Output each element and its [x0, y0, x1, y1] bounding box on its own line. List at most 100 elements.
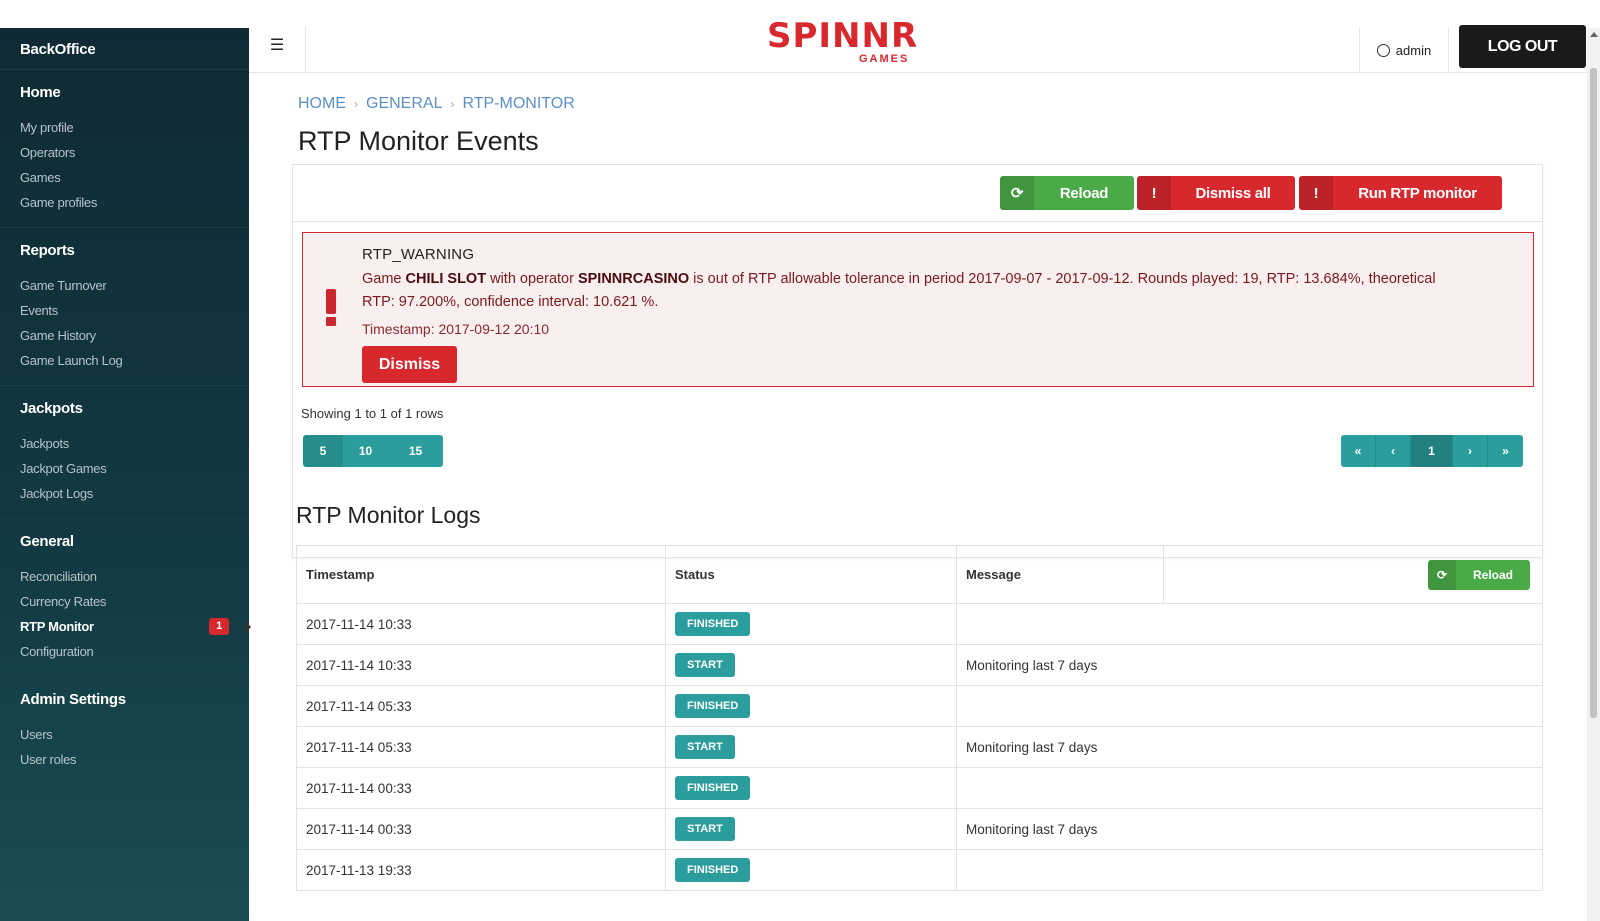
log-message: [956, 849, 1543, 891]
table-header-row: Timestamp Status Message ⟳ Reload: [296, 545, 1543, 604]
sidebar-item-my-profile[interactable]: My profile: [20, 115, 229, 140]
prev-page-icon[interactable]: ‹: [1376, 435, 1411, 467]
page-size-15[interactable]: 15: [388, 435, 443, 467]
sidebar-item-game-history[interactable]: Game History: [20, 323, 229, 348]
log-timestamp: 2017-11-14 10:33: [296, 644, 666, 686]
sidebar-item-jackpot-logs[interactable]: Jackpot Logs: [20, 481, 229, 506]
reload-button[interactable]: ⟳ Reload: [1000, 176, 1134, 210]
breadcrumb: HOME › GENERAL › RTP-MONITOR: [298, 95, 575, 113]
exclamation-icon: !: [1137, 176, 1171, 210]
spinnr-games-logo[interactable]: SPINNR GAMES: [767, 16, 917, 66]
sidebar-item-label: RTP Monitor: [20, 619, 94, 634]
log-timestamp: 2017-11-14 00:33: [296, 767, 666, 809]
log-message: Monitoring last 7 days: [956, 644, 1543, 686]
rtp-warning-alert: RTP_WARNING Game CHILI SLOT with operato…: [302, 232, 1534, 387]
column-header-message[interactable]: Message: [956, 545, 1164, 604]
sidebar-section-general: General Reconciliation Currency Rates RT…: [0, 519, 251, 677]
scrollbar-thumb[interactable]: [1590, 68, 1597, 718]
sidebar-section-title[interactable]: Admin Settings: [20, 691, 229, 708]
dismiss-all-button[interactable]: ! Dismiss all: [1137, 176, 1295, 210]
first-page-icon[interactable]: «: [1341, 435, 1376, 467]
main-content: HOME › GENERAL › RTP-MONITOR RTP Monitor…: [249, 73, 1587, 921]
alert-type: RTP_WARNING: [362, 246, 475, 263]
status-badge: FINISHED: [675, 776, 751, 800]
run-rtp-monitor-button[interactable]: ! Run RTP monitor: [1299, 176, 1502, 210]
table-row: 2017-11-14 05:33 FINISHED: [296, 685, 1543, 727]
sidebar-item-game-launch-log[interactable]: Game Launch Log: [20, 348, 229, 373]
run-rtp-monitor-label: Run RTP monitor: [1358, 184, 1477, 202]
sidebar-item-operators[interactable]: Operators: [20, 140, 229, 165]
warning-exclamation-icon: [325, 289, 337, 327]
sidebar-section-title[interactable]: Jackpots: [20, 400, 229, 417]
logs-table: Timestamp Status Message ⟳ Reload 2017-1…: [296, 545, 1543, 891]
breadcrumb-general[interactable]: GENERAL: [366, 95, 442, 113]
sidebar-item-currency-rates[interactable]: Currency Rates: [20, 589, 229, 614]
column-header-actions: ⟳ Reload: [1163, 545, 1543, 604]
sidebar-item-game-turnover[interactable]: Game Turnover: [20, 273, 229, 298]
table-row: 2017-11-14 05:33 START Monitoring last 7…: [296, 726, 1543, 768]
menu-toggle-icon[interactable]: ☰: [249, 26, 306, 73]
sidebar: BackOffice Home My profile Operators Gam…: [0, 28, 251, 921]
table-row: 2017-11-14 00:33 START Monitoring last 7…: [296, 808, 1543, 850]
dismiss-button[interactable]: Dismiss: [362, 346, 457, 383]
sidebar-item-users[interactable]: Users: [20, 722, 229, 747]
status-badge: START: [675, 817, 735, 841]
chevron-right-icon: ›: [354, 97, 358, 111]
rows-info: Showing 1 to 1 of 1 rows: [301, 406, 444, 421]
sidebar-item-rtp-monitor[interactable]: RTP Monitor 1: [20, 614, 251, 639]
sidebar-section-title[interactable]: General: [20, 533, 229, 550]
refresh-icon: ⟳: [1428, 559, 1456, 590]
dismiss-all-label: Dismiss all: [1195, 184, 1271, 202]
sidebar-item-jackpots[interactable]: Jackpots: [20, 431, 229, 456]
next-page-icon[interactable]: ›: [1453, 435, 1488, 467]
table-row: 2017-11-14 00:33 FINISHED: [296, 767, 1543, 809]
status-badge: FINISHED: [675, 858, 751, 882]
user-menu[interactable]: admin: [1359, 28, 1449, 73]
refresh-icon: ⟳: [1000, 176, 1034, 210]
status-badge: FINISHED: [675, 694, 751, 718]
sidebar-section-jackpots: Jackpots Jackpots Jackpot Games Jackpot …: [0, 386, 249, 519]
chevron-right-icon: ›: [450, 97, 455, 111]
column-header-status[interactable]: Status: [665, 545, 957, 604]
log-timestamp: 2017-11-14 05:33: [296, 685, 666, 727]
sidebar-item-events[interactable]: Events: [20, 298, 229, 323]
logs-title: RTP Monitor Logs: [296, 502, 481, 528]
column-header-timestamp[interactable]: Timestamp: [296, 545, 666, 604]
reload-label: Reload: [1059, 184, 1109, 202]
sidebar-section-title[interactable]: Home: [20, 84, 229, 101]
sidebar-section-admin-settings: Admin Settings Users User roles: [0, 677, 249, 784]
sidebar-section-title[interactable]: Reports: [20, 242, 229, 259]
exclamation-icon: !: [1299, 176, 1333, 210]
last-page-icon[interactable]: »: [1488, 435, 1523, 467]
alert-game: CHILI SLOT: [405, 271, 487, 287]
sidebar-item-configuration[interactable]: Configuration: [20, 639, 229, 664]
log-message: Monitoring last 7 days: [956, 726, 1543, 768]
page-scrollbar[interactable]: [1587, 28, 1600, 921]
status-badge: START: [675, 653, 735, 677]
page-1[interactable]: 1: [1411, 435, 1453, 467]
reload-label: Reload: [1472, 567, 1513, 582]
sidebar-item-games[interactable]: Games: [20, 165, 229, 190]
logs-reload-button[interactable]: ⟳ Reload: [1428, 559, 1530, 590]
top-bar: ☰ SPINNR GAMES admin LOG OUT: [249, 0, 1600, 73]
sidebar-section-home: Home My profile Operators Games Game pro…: [0, 70, 249, 228]
log-message: [956, 685, 1543, 727]
alert-timestamp: Timestamp: 2017-09-12 20:10: [362, 321, 550, 337]
logo-subtext: GAMES: [859, 53, 910, 65]
page-size-10[interactable]: 10: [343, 435, 388, 467]
sidebar-item-jackpot-games[interactable]: Jackpot Games: [20, 456, 229, 481]
logo-text: SPINNR: [767, 16, 919, 56]
breadcrumb-rtp-monitor[interactable]: RTP-MONITOR: [462, 95, 574, 113]
sidebar-item-reconciliation[interactable]: Reconciliation: [20, 564, 229, 589]
logout-button[interactable]: LOG OUT: [1459, 25, 1586, 68]
events-panel: ⟳ Reload ! Dismiss all ! Run RTP monitor…: [292, 164, 1543, 558]
alert-operator: SPINNRCASINO: [577, 271, 690, 287]
log-timestamp: 2017-11-14 00:33: [296, 808, 666, 850]
sidebar-item-user-roles[interactable]: User roles: [20, 747, 229, 772]
sidebar-item-game-profiles[interactable]: Game profiles: [20, 190, 229, 215]
scroll-up-icon[interactable]: [1590, 32, 1598, 37]
breadcrumb-home[interactable]: HOME: [298, 95, 346, 113]
sidebar-brand[interactable]: BackOffice: [0, 28, 249, 70]
page-size-5[interactable]: 5: [303, 435, 343, 467]
log-message: Monitoring last 7 days: [956, 808, 1543, 850]
